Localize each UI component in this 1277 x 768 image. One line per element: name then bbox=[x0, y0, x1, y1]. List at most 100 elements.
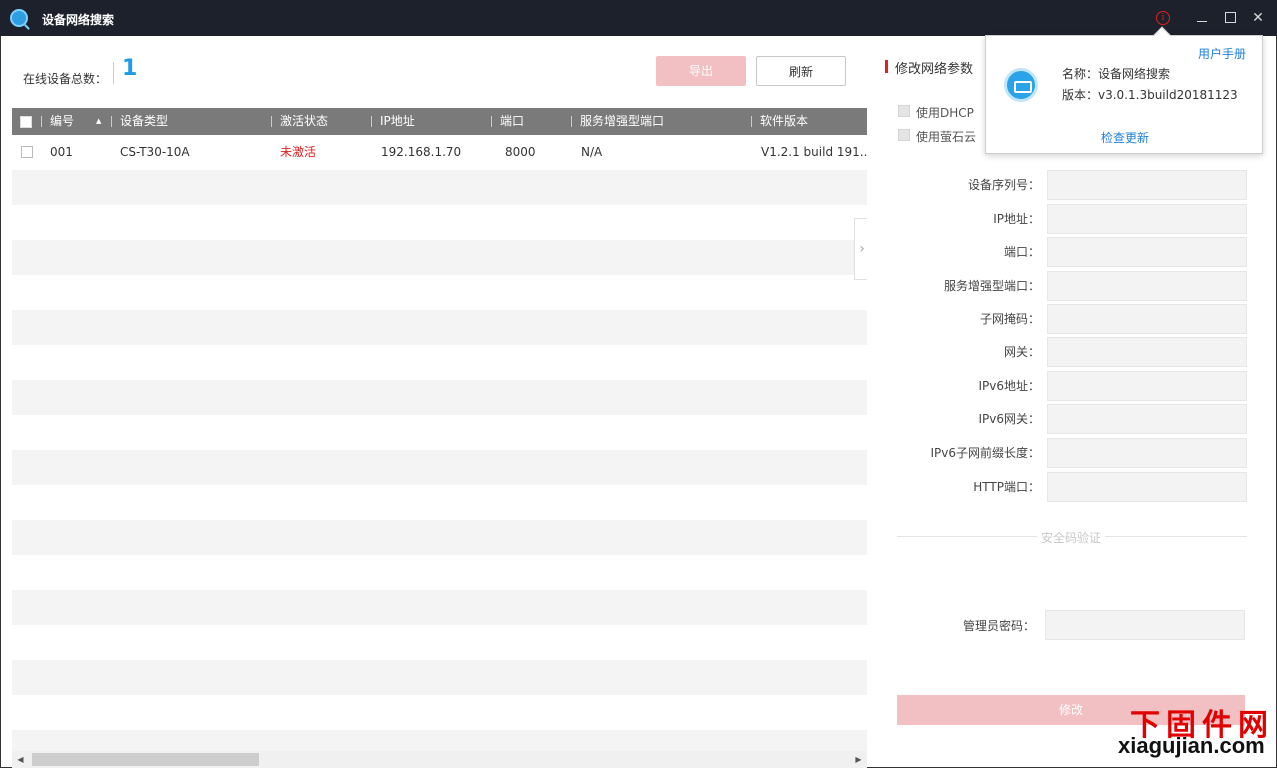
field-label-port: 端口： bbox=[1003, 245, 1040, 259]
chevron-right-icon: › bbox=[859, 241, 865, 257]
column-header-id[interactable]: 编号 bbox=[50, 108, 74, 135]
enhanced-port-field[interactable] bbox=[1047, 271, 1247, 301]
field-label-ipv6-gateway: IPv6网关： bbox=[978, 412, 1040, 426]
cell-ip: 192.168.1.70 bbox=[381, 145, 462, 159]
empty-row bbox=[12, 415, 867, 450]
admin-password-label: 管理员密码： bbox=[963, 619, 1036, 633]
user-manual-link[interactable]: 用户手册 bbox=[1198, 45, 1246, 62]
table-header: 编号 ▲ 设备类型 激活状态 IP地址 端口 服务增强型端口 软件版本 bbox=[12, 108, 867, 135]
empty-row bbox=[12, 485, 867, 520]
about-button[interactable]: i bbox=[1153, 8, 1173, 28]
column-header-ip[interactable]: IP地址 bbox=[380, 108, 415, 135]
dhcp-label: 使用DHCP bbox=[916, 106, 974, 120]
column-divider bbox=[571, 116, 572, 127]
horizontal-scrollbar[interactable]: ◀ ▶ bbox=[12, 751, 867, 768]
admin-password-field[interactable] bbox=[1045, 610, 1245, 640]
gateway-field[interactable] bbox=[1047, 337, 1247, 367]
minimize-icon bbox=[1197, 21, 1207, 22]
empty-row bbox=[12, 555, 867, 590]
export-button[interactable]: 导出 bbox=[656, 56, 746, 86]
column-divider bbox=[371, 116, 372, 127]
row-checkbox[interactable] bbox=[21, 146, 33, 158]
cell-enhanced-port: N/A bbox=[581, 145, 603, 159]
cell-type: CS-T30-10A bbox=[120, 145, 190, 159]
minimize-button[interactable] bbox=[1192, 8, 1212, 28]
table-row[interactable]: 001 CS-T30-10A 未激活 192.168.1.70 8000 N/A… bbox=[12, 135, 867, 170]
cell-id: 001 bbox=[50, 145, 73, 159]
panel-title: 修改网络参数 bbox=[895, 62, 974, 77]
empty-row bbox=[12, 170, 867, 205]
maximize-button[interactable] bbox=[1220, 8, 1240, 28]
ipv6-gateway-field[interactable] bbox=[1047, 404, 1247, 434]
title-bar: 设备网络搜索 i ✕ bbox=[0, 0, 1277, 36]
watermark-domain: xiagujian.com bbox=[1118, 733, 1265, 758]
app-product-icon bbox=[1004, 68, 1038, 102]
dhcp-checkbox[interactable] bbox=[898, 105, 910, 117]
field-label-serial: 设备序列号： bbox=[967, 178, 1040, 192]
column-divider bbox=[751, 116, 752, 127]
field-label-ip: IP地址： bbox=[993, 212, 1040, 226]
serial-number-field[interactable] bbox=[1047, 170, 1247, 200]
empty-row bbox=[12, 520, 867, 555]
device-table-body: 001 CS-T30-10A 未激活 192.168.1.70 8000 N/A… bbox=[12, 135, 867, 753]
field-label-gateway: 网关： bbox=[1003, 345, 1040, 359]
column-header-status[interactable]: 激活状态 bbox=[280, 108, 328, 135]
empty-row bbox=[12, 695, 867, 730]
select-all-checkbox[interactable] bbox=[20, 116, 32, 128]
column-header-version[interactable]: 软件版本 bbox=[760, 108, 808, 135]
column-divider bbox=[111, 116, 112, 127]
ipv6-prefix-length-field[interactable] bbox=[1047, 438, 1247, 468]
http-port-field[interactable] bbox=[1047, 472, 1247, 502]
empty-row bbox=[12, 660, 867, 695]
info-icon: i bbox=[1156, 11, 1170, 25]
cell-version: V1.2.1 build 191... bbox=[761, 145, 867, 159]
port-field[interactable] bbox=[1047, 237, 1247, 267]
ipv6-address-field[interactable] bbox=[1047, 371, 1247, 401]
empty-row bbox=[12, 205, 867, 240]
app-name-text: 名称：设备网络搜索 bbox=[1062, 67, 1171, 81]
field-label-ipv6-prefix: IPv6子网前缀长度： bbox=[930, 446, 1040, 460]
field-label-ipv6-address: IPv6地址： bbox=[978, 379, 1040, 393]
column-header-port[interactable]: 端口 bbox=[500, 108, 524, 135]
empty-row bbox=[12, 450, 867, 485]
field-label-http-port: HTTP端口： bbox=[973, 480, 1040, 494]
section-accent-bar bbox=[885, 60, 888, 73]
online-count-label: 在线设备总数： bbox=[23, 72, 108, 86]
empty-row bbox=[12, 275, 867, 310]
cell-port: 8000 bbox=[505, 145, 536, 159]
empty-row bbox=[12, 345, 867, 380]
app-version-text: 版本：v3.0.1.3build20181123 bbox=[1062, 88, 1238, 102]
security-section-title: 安全码验证 bbox=[1037, 529, 1106, 546]
ezviz-cloud-label: 使用萤石云 bbox=[916, 130, 977, 144]
column-divider bbox=[491, 116, 492, 127]
ezviz-cloud-checkbox[interactable] bbox=[898, 129, 910, 141]
refresh-button[interactable]: 刷新 bbox=[756, 56, 846, 86]
column-header-type[interactable]: 设备类型 bbox=[120, 108, 168, 135]
window-title: 设备网络搜索 bbox=[42, 13, 115, 27]
field-label-enhanced-port: 服务增强型端口： bbox=[943, 279, 1040, 293]
close-button[interactable]: ✕ bbox=[1248, 8, 1268, 28]
empty-row bbox=[12, 590, 867, 625]
column-header-enhanced-port[interactable]: 服务增强型端口 bbox=[580, 108, 664, 135]
maximize-icon bbox=[1224, 12, 1236, 23]
sort-ascending-icon[interactable]: ▲ bbox=[96, 108, 101, 135]
empty-row bbox=[12, 625, 867, 660]
field-label-subnet: 子网掩码： bbox=[979, 312, 1040, 326]
subnet-mask-field[interactable] bbox=[1047, 304, 1247, 334]
scroll-right-arrow-icon[interactable]: ▶ bbox=[850, 751, 867, 768]
cell-status: 未激活 bbox=[280, 145, 317, 159]
scroll-left-arrow-icon[interactable]: ◀ bbox=[12, 751, 29, 768]
about-popup: 用户手册 名称：设备网络搜索 版本：v3.0.1.3build20181123 … bbox=[985, 26, 1263, 154]
empty-row bbox=[12, 730, 867, 753]
online-count-divider bbox=[113, 62, 114, 84]
close-icon: ✕ bbox=[1252, 10, 1264, 26]
app-logo-icon bbox=[10, 9, 28, 27]
check-update-link[interactable]: 检查更新 bbox=[1101, 129, 1149, 146]
ip-address-field[interactable] bbox=[1047, 204, 1247, 234]
scrollbar-thumb[interactable] bbox=[32, 753, 259, 766]
empty-row bbox=[12, 380, 867, 415]
column-divider bbox=[271, 116, 272, 127]
empty-row bbox=[12, 310, 867, 345]
empty-row bbox=[12, 240, 867, 275]
online-count-value: 1 bbox=[122, 56, 138, 81]
